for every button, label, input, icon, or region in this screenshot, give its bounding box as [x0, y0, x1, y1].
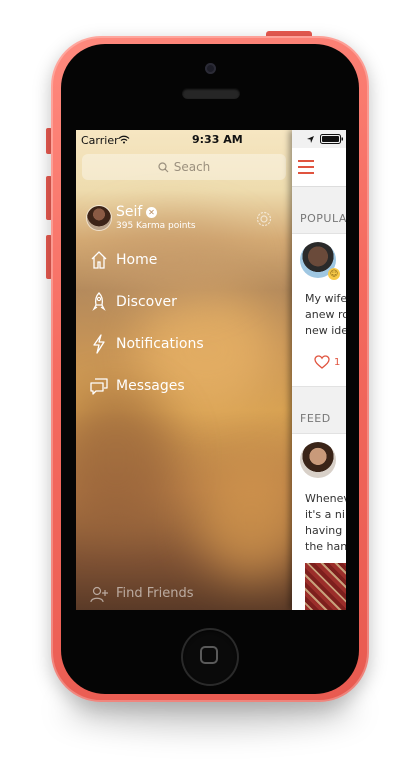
post-text-line: Whenev [305, 492, 346, 505]
post-text-line: the hand [305, 540, 346, 553]
chat-icon [90, 378, 108, 395]
heart-icon[interactable] [314, 355, 330, 369]
location-arrow-icon [307, 136, 314, 143]
avatar[interactable] [87, 206, 111, 230]
post-text-line: My wife [305, 292, 346, 305]
home-button-icon [200, 646, 218, 664]
avatar[interactable] [300, 442, 336, 478]
add-user-icon [90, 586, 108, 603]
post-text-line: anew ro [305, 308, 346, 321]
verified-icon: ✕ [146, 207, 157, 218]
search-placeholder: Seach [173, 160, 211, 174]
post-text-line: it's a ni [305, 508, 345, 521]
carrier-label: Carrier [81, 134, 119, 147]
nav-item-home[interactable]: Home [90, 250, 280, 274]
phone-screen: Seach Seif ✕ 395 Karma points Home Disco… [76, 130, 346, 610]
side-menu: Seach Seif ✕ 395 Karma points Home Disco… [76, 130, 292, 610]
post-image[interactable] [305, 563, 346, 610]
post-text-line: having a [305, 524, 346, 537]
nav-item-messages[interactable]: Messages [90, 376, 280, 400]
feed-panel[interactable]: POPULA ☺ My wife anew ro new ide 1 FEED … [292, 130, 346, 610]
home-icon [91, 251, 107, 269]
popular-section-label: POPULA [300, 212, 346, 225]
status-bar: Carrier 9:33 AM [76, 130, 346, 150]
nav-item-notifications[interactable]: Notifications [90, 334, 280, 358]
like-count: 1 [334, 357, 341, 368]
hamburger-menu-icon[interactable] [298, 160, 314, 178]
find-friends-button[interactable]: Find Friends [90, 585, 280, 605]
rocket-icon [92, 292, 106, 311]
battery-icon [320, 134, 343, 144]
nav-item-label: Home [116, 252, 158, 268]
nav-item-discover[interactable]: Discover [90, 292, 280, 316]
profile-name: Seif [116, 204, 143, 220]
smiley-emoji-icon: ☺ [328, 268, 340, 280]
background-blur [76, 390, 176, 530]
nav-item-label: Messages [116, 378, 185, 394]
status-time: 9:33 AM [192, 133, 243, 146]
wifi-icon [118, 135, 130, 144]
lightning-icon [93, 334, 105, 354]
gear-icon[interactable] [255, 210, 273, 228]
nav-item-label: Notifications [116, 336, 204, 352]
front-camera [205, 63, 216, 74]
post-text-line: new ide [305, 324, 346, 337]
search-input[interactable]: Seach [82, 154, 286, 180]
earpiece-speaker [182, 88, 240, 99]
feed-section-label: FEED [300, 412, 331, 425]
background-blur [196, 460, 292, 580]
nav-item-label: Discover [116, 294, 177, 310]
feed-nav-bar [292, 148, 346, 187]
find-friends-label: Find Friends [116, 586, 194, 601]
search-icon [158, 161, 169, 172]
karma-points: 395 Karma points [116, 221, 196, 231]
